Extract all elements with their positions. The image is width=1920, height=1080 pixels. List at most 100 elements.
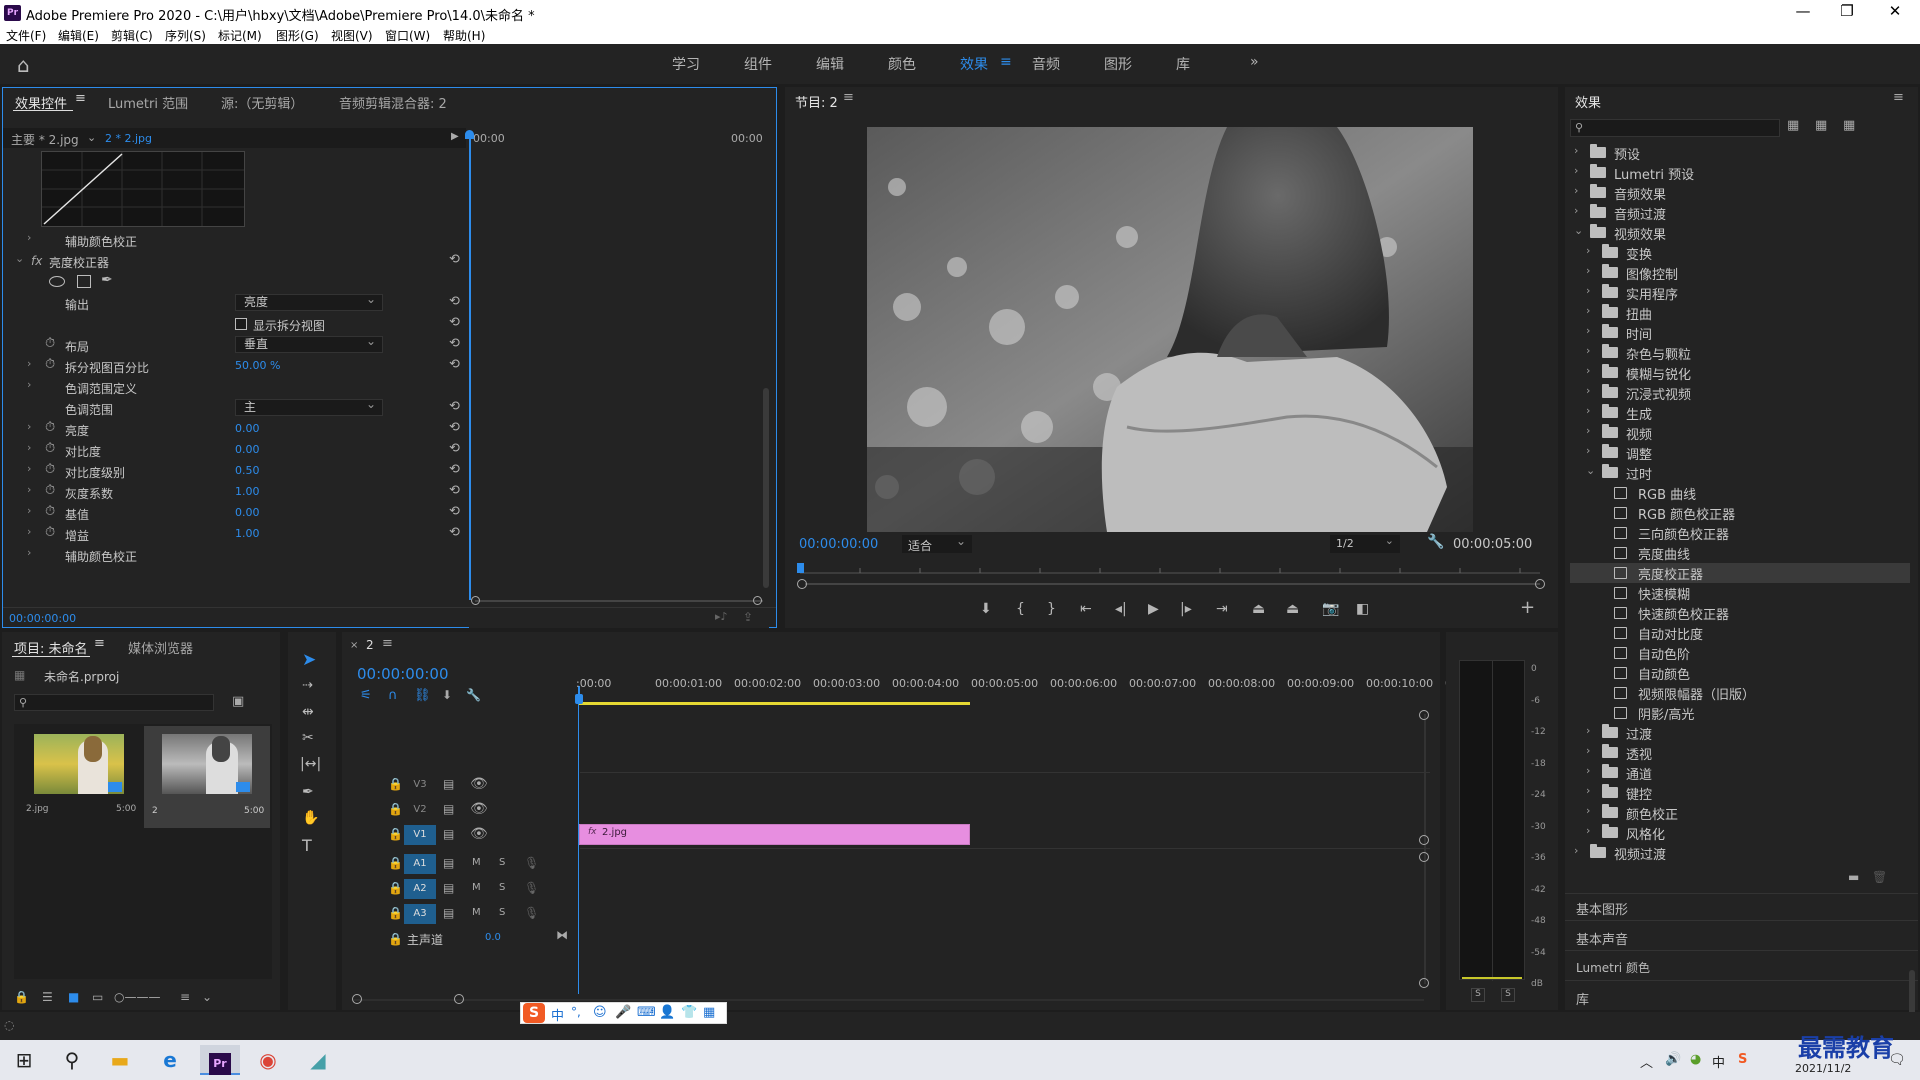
- effects-tree-item[interactable]: ⌄ 视频效果: [1570, 223, 1910, 243]
- tab-project[interactable]: 项目: 未命名: [14, 638, 88, 657]
- lock-icon[interactable]: 🔒: [14, 990, 29, 1004]
- windows-start-icon[interactable]: ⊞: [4, 1045, 44, 1075]
- menu-file[interactable]: 文件(F): [6, 27, 46, 44]
- ec-row-tonal-def[interactable]: › 色调范围定义: [13, 377, 463, 397]
- reset-icon[interactable]: ⟲: [449, 357, 460, 372]
- compare-view-icon[interactable]: ◧: [1356, 601, 1369, 617]
- section-essential-sound[interactable]: 基本声音: [1576, 929, 1628, 948]
- ec-timeline[interactable]: 00:00 00:00: [465, 128, 769, 628]
- effects-tree-item[interactable]: 亮度曲线: [1570, 543, 1910, 563]
- ec-playhead[interactable]: [469, 134, 471, 600]
- chevron-right-icon[interactable]: ›: [1586, 784, 1590, 797]
- stopwatch-icon[interactable]: ⏱: [45, 462, 55, 477]
- keyboard-icon[interactable]: ⌨: [637, 1005, 656, 1020]
- chevron-right-icon[interactable]: ›: [1586, 444, 1590, 457]
- timeline-tc[interactable]: 00:00:00:00: [357, 665, 449, 683]
- pedestal-value[interactable]: 0.00: [235, 506, 260, 519]
- hscroll-right-handle[interactable]: [454, 994, 464, 1004]
- camera-icon[interactable]: 📷: [1322, 601, 1339, 617]
- zoom-slider[interactable]: ○———: [114, 990, 160, 1004]
- vscroll-mid-handle[interactable]: [1419, 835, 1429, 845]
- stopwatch-icon[interactable]: ⏱: [45, 525, 55, 540]
- chevron-right-icon[interactable]: ›: [27, 231, 31, 244]
- accelerated-effects-icon[interactable]: ▦: [1787, 118, 1799, 133]
- ws-assembly[interactable]: 组件: [744, 54, 772, 74]
- volume-icon[interactable]: 🔊: [1665, 1052, 1681, 1067]
- effects-tree-item[interactable]: ⌄ 过时: [1570, 463, 1910, 483]
- vscroll-top-handle[interactable]: [1419, 710, 1429, 720]
- gamma-value[interactable]: 1.00: [235, 485, 260, 498]
- chevron-right-icon[interactable]: ›: [1586, 344, 1590, 357]
- chevron-right-icon[interactable]: ›: [1574, 844, 1578, 857]
- gain-value[interactable]: 1.00: [235, 527, 260, 540]
- effects-tree-item[interactable]: › 扭曲: [1570, 303, 1910, 323]
- timeline-tab[interactable]: 2: [366, 638, 374, 652]
- program-ruler[interactable]: [800, 559, 1540, 574]
- tray-app-icon[interactable]: ◕: [1690, 1052, 1701, 1067]
- stopwatch-icon[interactable]: ⏱: [45, 357, 55, 372]
- menu-graphics[interactable]: 图形(G): [276, 27, 319, 44]
- linked-select-icon[interactable]: ⛓: [414, 688, 431, 703]
- effects-tree-item[interactable]: › 风格化: [1570, 823, 1910, 843]
- track-target-a2[interactable]: A2: [404, 879, 436, 899]
- effects-tree-item[interactable]: 自动颜色: [1570, 663, 1910, 683]
- ime-punct-mode[interactable]: °,: [571, 1005, 581, 1019]
- icon-view-icon[interactable]: ■: [68, 990, 79, 1004]
- fit-dropdown[interactable]: 适合 ⌄: [902, 534, 972, 553]
- chevron-right-icon[interactable]: ›: [1586, 764, 1590, 777]
- program-playhead[interactable]: [797, 563, 804, 573]
- stopwatch-icon[interactable]: ⏱: [45, 420, 55, 435]
- fx-icon[interactable]: fx: [31, 254, 42, 268]
- premiere-taskbar-icon[interactable]: Pr: [200, 1045, 240, 1075]
- chevron-right-icon[interactable]: ›: [1586, 724, 1590, 737]
- chevron-right-icon[interactable]: ›: [27, 462, 31, 475]
- eye-icon[interactable]: 👁: [470, 801, 488, 817]
- chevron-right-icon[interactable]: ›: [27, 525, 31, 538]
- effects-tree-item[interactable]: › 音频过渡: [1570, 203, 1910, 223]
- add-button-icon[interactable]: +: [1520, 597, 1535, 618]
- microphone-icon[interactable]: 🎙: [524, 881, 539, 895]
- chevron-right-icon[interactable]: ›: [1586, 744, 1590, 757]
- timeline-menu-icon[interactable]: ≡: [382, 636, 393, 651]
- chevron-right-icon[interactable]: ›: [1574, 164, 1578, 177]
- reset-icon[interactable]: ⟲: [449, 462, 460, 477]
- effects-tree-item[interactable]: › 图像控制: [1570, 263, 1910, 283]
- home-icon[interactable]: ⌂: [17, 53, 30, 77]
- chevron-right-icon[interactable]: ›: [1574, 144, 1578, 157]
- program-video-frame[interactable]: [867, 127, 1473, 532]
- solo-button[interactable]: S: [499, 907, 505, 918]
- reset-icon[interactable]: ⟲: [449, 294, 460, 309]
- mark-out-icon[interactable]: }: [1047, 601, 1056, 617]
- timeline-vscroll[interactable]: [1424, 714, 1426, 984]
- search-icon[interactable]: ⚲: [52, 1045, 92, 1075]
- program-zoom-right[interactable]: [1535, 579, 1545, 589]
- ec-zoom-bar[interactable]: [475, 600, 763, 602]
- project-item[interactable]: 2.jpg 5:00: [20, 728, 136, 824]
- lock-icon[interactable]: 🔒: [388, 932, 403, 946]
- timeline-playhead[interactable]: [578, 698, 579, 994]
- solo-button[interactable]: S: [499, 857, 505, 868]
- chevron-down-icon[interactable]: ⌄: [15, 252, 24, 265]
- ws-learn[interactable]: 学习: [672, 54, 700, 74]
- chevron-right-icon[interactable]: ›: [27, 378, 31, 391]
- lock-icon[interactable]: 🔒: [388, 856, 403, 870]
- export-icon[interactable]: ⇪: [743, 610, 753, 624]
- selection-tool-icon[interactable]: ➤: [302, 650, 316, 670]
- chevron-right-icon[interactable]: ›: [27, 546, 31, 559]
- effects-tree-item[interactable]: › 预设: [1570, 143, 1910, 163]
- type-tool-icon[interactable]: T: [302, 836, 312, 855]
- track-target-v3[interactable]: V3: [404, 775, 436, 795]
- project-item-selected[interactable]: 2 5:00: [144, 726, 270, 828]
- rect-mask-icon[interactable]: [77, 275, 91, 288]
- brightness-value[interactable]: 0.00: [235, 422, 260, 435]
- yuv-effects-icon[interactable]: ▦: [1843, 118, 1855, 133]
- freeform-view-icon[interactable]: ▭: [92, 990, 103, 1004]
- chevron-right-icon[interactable]: ›: [1586, 244, 1590, 257]
- track-select-tool-icon[interactable]: ⇢: [302, 678, 313, 693]
- eye-icon[interactable]: 👁: [470, 826, 488, 842]
- effects-tree-item[interactable]: › 生成: [1570, 403, 1910, 423]
- stopwatch-icon[interactable]: ⏱: [45, 483, 55, 498]
- effects-tree-item[interactable]: › 过渡: [1570, 723, 1910, 743]
- toolbox-icon[interactable]: ▦: [703, 1005, 715, 1020]
- reset-icon[interactable]: ⟲: [449, 441, 460, 456]
